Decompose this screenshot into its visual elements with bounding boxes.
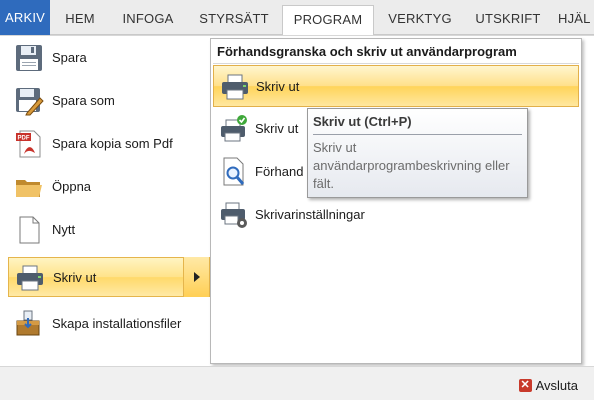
new-document-icon	[14, 215, 44, 245]
submenu-item-skrivarinstallningar[interactable]: Skrivarinställningar	[213, 194, 579, 236]
menu-item-spara[interactable]: Spara	[8, 38, 210, 78]
menu-item-label: Nytt	[52, 222, 76, 237]
close-icon: ✕	[518, 378, 532, 392]
printer-check-icon	[219, 114, 249, 144]
exit-button[interactable]: ✕ Avsluta	[518, 377, 578, 393]
tab-arkiv[interactable]: ARKIV	[0, 0, 50, 35]
menu-footer: ✕ Avsluta	[0, 366, 594, 400]
menu-item-label: Spara som	[52, 93, 115, 108]
submenu-item-label: Skrivarinställningar	[255, 207, 365, 222]
tab-utskrift[interactable]: UTSKRIFT	[466, 5, 550, 34]
submenu-item-label: Skriv ut	[255, 121, 299, 136]
ribbon-tab-bar: ARKIV HEM INFOGA STYRSÄTT PROGRAM VERKTY…	[0, 0, 594, 35]
chevron-right-icon	[194, 272, 200, 282]
submenu-expander[interactable]	[183, 257, 209, 297]
submenu-item-skriv-ut[interactable]: Skriv ut	[213, 65, 579, 107]
menu-item-label: Skriv ut	[53, 270, 97, 285]
divider	[213, 63, 579, 64]
tab-hjalp[interactable]: HJÄL	[558, 5, 594, 34]
printer-icon	[15, 263, 45, 293]
menu-item-label: Spara	[52, 50, 87, 65]
menu-item-skapa-installationsfiler[interactable]: Skapa installationsfiler	[8, 304, 210, 344]
floppy-icon	[14, 43, 44, 73]
submenu-item-label: Förhand	[255, 164, 304, 179]
submenu-item-label: Skriv ut	[256, 79, 300, 94]
printer-settings-icon	[219, 200, 249, 230]
tooltip-text: Skriv ut användarprogrambeskrivning elle…	[313, 140, 510, 191]
menu-item-label: Skapa installationsfiler	[52, 316, 182, 331]
tab-hem[interactable]: HEM	[50, 5, 110, 34]
tooltip: Skriv ut (Ctrl+P) Skriv ut användarprogr…	[307, 108, 528, 198]
menu-item-label: Spara kopia som Pdf	[52, 136, 173, 151]
exit-label: Avsluta	[535, 377, 578, 393]
file-menu-commands: Spara Spara som PDF Spara kopia som Pdf …	[2, 36, 210, 366]
printer-icon	[220, 72, 250, 102]
menu-item-spara-som[interactable]: Spara som	[8, 81, 210, 121]
menu-item-nytt[interactable]: Nytt	[8, 210, 210, 250]
menu-item-oppna[interactable]: Öppna	[8, 167, 210, 207]
tooltip-title: Skriv ut (Ctrl+P)	[313, 114, 412, 129]
svg-text:PDF: PDF	[18, 136, 30, 142]
tab-program[interactable]: PROGRAM	[282, 5, 374, 35]
divider	[313, 134, 522, 135]
submenu-header: Förhandsgranska och skriv ut användarpro…	[217, 44, 517, 59]
menu-item-spara-kopia-pdf[interactable]: PDF Spara kopia som Pdf	[8, 124, 210, 164]
tab-infoga[interactable]: INFOGA	[110, 5, 186, 34]
folder-icon	[14, 172, 44, 202]
tab-verktyg[interactable]: VERKTYG	[376, 5, 464, 34]
installer-icon	[14, 309, 44, 339]
save-as-icon	[14, 86, 44, 116]
print-submenu: Förhandsgranska och skriv ut användarpro…	[210, 38, 582, 364]
menu-item-skriv-ut[interactable]: Skriv ut	[8, 257, 210, 297]
file-menu: Spara Spara som PDF Spara kopia som Pdf …	[0, 35, 594, 400]
tab-styrsatt[interactable]: STYRSÄTT	[188, 5, 280, 34]
preview-icon	[219, 157, 249, 187]
menu-item-label: Öppna	[52, 179, 92, 194]
pdf-icon: PDF	[14, 129, 44, 159]
